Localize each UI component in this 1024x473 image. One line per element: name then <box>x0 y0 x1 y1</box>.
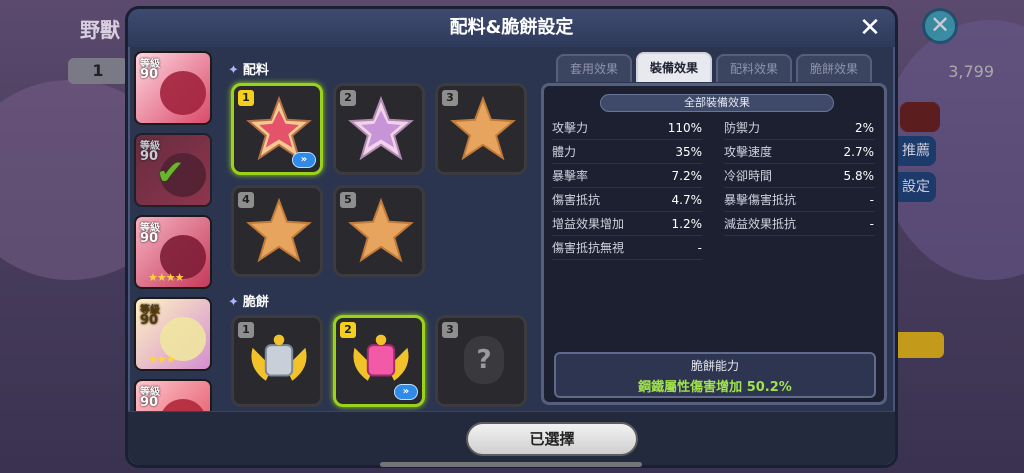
level-value: 90 <box>140 67 159 82</box>
home-indicator[interactable] <box>380 462 642 467</box>
empty-topping-star-icon <box>450 96 516 161</box>
stat-row: 暴擊傷害抵抗 - <box>724 188 874 212</box>
star-rating: ★★★ <box>148 353 176 366</box>
sparkle-icon: ✦ <box>228 63 239 78</box>
biscuit-ability-title: 脆餅能力 <box>690 359 739 373</box>
biscuit-slot-1[interactable]: 1 <box>231 315 323 407</box>
slot-number: 1 <box>238 90 254 106</box>
tab-topping-effects[interactable]: 配料效果 <box>716 54 792 82</box>
topping-slot-2[interactable]: 2 <box>333 83 425 175</box>
stat-row: 防禦力 2% <box>724 116 874 140</box>
stat-row: 增益效果增加 1.2% <box>552 212 702 236</box>
level-value: 90 <box>140 395 159 410</box>
level-value: 90 <box>140 313 159 328</box>
empty-topping-star-icon <box>246 198 312 263</box>
dialog-header: 配料&脆餅設定 ✕ <box>128 9 895 47</box>
stat-row: 傷害抵抗 4.7% <box>552 188 702 212</box>
stat-row: 冷卻時間 5.8% <box>724 164 874 188</box>
slot-number: 1 <box>238 322 254 338</box>
stat-row: 減益效果抵抗 - <box>724 212 874 236</box>
cookie-card[interactable]: 等級 90 ★★★ <box>134 297 212 371</box>
slot-number: 2 <box>340 322 356 338</box>
dialog-title: 配料&脆餅設定 <box>449 17 574 38</box>
close-icon[interactable]: ✕ <box>855 13 885 43</box>
empty-topping-star-icon <box>348 198 414 263</box>
biscuit-slot-2[interactable]: 2 » <box>333 315 425 407</box>
topping-slot-4[interactable]: 4 <box>231 185 323 277</box>
toppings-section-label: ✦ 配料 <box>228 63 269 78</box>
topping-slot-5[interactable]: 5 <box>333 185 425 277</box>
slot-number: 4 <box>238 192 254 208</box>
stat-row: 體力 35% <box>552 140 702 164</box>
tab-biscuit-effects[interactable]: 脆餅效果 <box>796 54 872 82</box>
bg-close-icon: ✕ <box>922 8 958 44</box>
stat-row: 傷害抵抗無視 - <box>552 236 702 260</box>
dialog-footer: 已選擇 <box>128 411 895 465</box>
cookie-card[interactable]: 等級 90 ★★★★ <box>134 215 212 289</box>
stat-row: 暴擊率 7.2% <box>552 164 702 188</box>
level-value: 90 <box>140 231 159 246</box>
slot-number: 2 <box>340 90 356 106</box>
upgrade-arrows-icon: » <box>394 384 418 400</box>
biscuit-ability-value: 鋼鐵屬性傷害增加 50.2% <box>638 380 792 395</box>
effects-panel-title: 全部裝備效果 <box>600 94 834 112</box>
bg-currency: 3,799 <box>948 62 994 81</box>
slot-number: 3 <box>442 322 458 338</box>
stat-row: 攻擊力 110% <box>552 116 702 140</box>
tab-equip-effects[interactable]: 裝備效果 <box>636 52 712 82</box>
bg-title: 野獸 <box>80 18 120 42</box>
bg-level-badge: 1 <box>68 58 128 84</box>
biscuit-ability-box: 脆餅能力 鋼鐵屬性傷害增加 50.2% <box>554 352 876 398</box>
topping-slot-3[interactable]: 3 <box>435 83 527 175</box>
locked-biscuit-icon: ? <box>464 336 504 384</box>
stat-row: 攻擊速度 2.7% <box>724 140 874 164</box>
tab-applied-effects[interactable]: 套用效果 <box>556 54 632 82</box>
cookie-list: 等級 90 等級 90 ✔ 等級 90 ★★★★ 等級 90 ★★★ 等級 90… <box>134 51 214 459</box>
biscuit-crest-icon <box>251 334 307 381</box>
cookie-card[interactable]: 等級 90 ✔ <box>134 133 212 207</box>
topping-slot-1[interactable]: 1 » <box>231 83 323 175</box>
selected-button[interactable]: 已選擇 <box>466 422 638 456</box>
topping-gem-icon <box>348 96 414 161</box>
bg-red-button <box>900 102 940 132</box>
slot-number: 5 <box>340 192 356 208</box>
biscuits-section-label: ✦ 脆餅 <box>228 295 269 310</box>
sparkle-icon: ✦ <box>228 295 239 310</box>
slot-number: 3 <box>442 90 458 106</box>
cookie-card[interactable]: 等級 90 <box>134 51 212 125</box>
effects-panel: 全部裝備效果 攻擊力 110% 體力 35% 暴擊率 7.2% 傷害抵抗 4.7% 增益… <box>541 83 887 405</box>
cookie-portrait <box>160 71 206 115</box>
topping-biscuit-dialog: 配料&脆餅設定 ✕ 等級 90 等級 90 ✔ 等級 90 ★★★★ 等級 90… <box>125 6 898 468</box>
star-rating: ★★★★ <box>148 271 184 284</box>
checkmark-icon: ✔ <box>156 153 185 193</box>
upgrade-arrows-icon: » <box>292 152 316 168</box>
biscuit-slot-3[interactable]: ? 3 <box>435 315 527 407</box>
